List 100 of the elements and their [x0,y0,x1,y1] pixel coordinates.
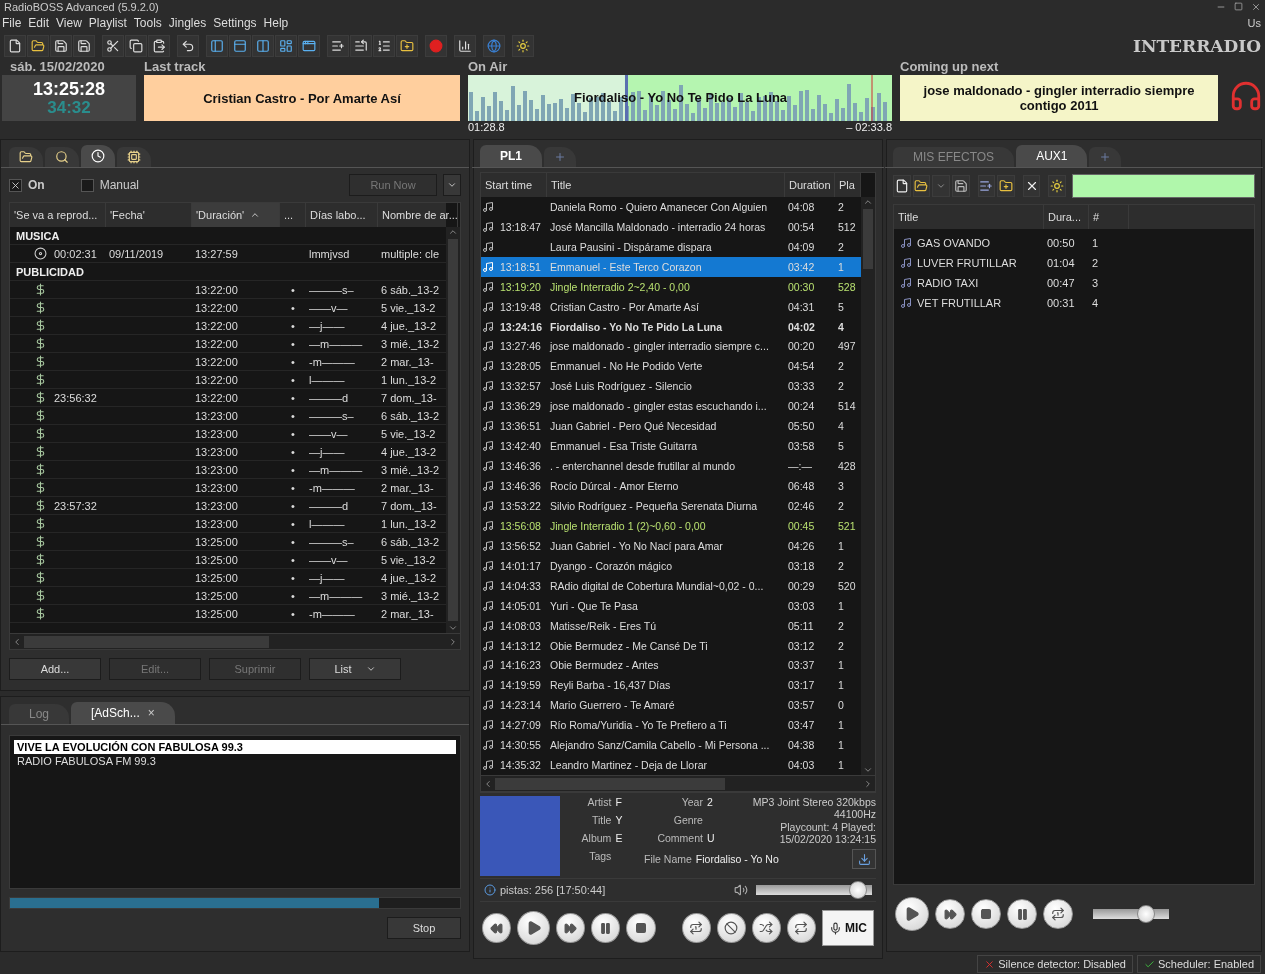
playlist-row[interactable]: 14:35:32 Leandro Martinez - Deja de Llorar 04:03 1 [481,755,861,776]
input-field[interactable] [1072,174,1255,198]
menu-item[interactable]: View [54,16,87,30]
toolbar-button[interactable] [125,35,147,57]
mic-button[interactable]: MIC [822,910,874,946]
column-header[interactable]: Title [547,173,785,197]
tab[interactable] [9,147,43,167]
checkbox[interactable] [80,178,94,192]
playlist-row[interactable]: GAS OVANDO 00:50 1 [894,233,1254,253]
playlist-row[interactable]: 14:08:03 Matisse/Reik - Eres Tú 05:11 2 [481,615,861,636]
menu-item[interactable]: Settings [211,16,262,30]
menu-item[interactable]: Tools [131,16,167,30]
repeat-one-button[interactable] [1043,899,1073,929]
toolbar-button[interactable] [73,35,95,57]
playlist-row[interactable]: LUVER FRUTILLAR 01:04 2 [894,253,1254,273]
pause-button[interactable] [591,913,621,943]
volume-slider[interactable] [756,881,872,899]
slider-thumb[interactable] [849,881,868,899]
column-header[interactable]: Title [894,205,1044,229]
playlist-row[interactable]: 13:56:52 Juan Gabriel - Yo No Nací para Amar 04:26 1 [481,535,861,556]
scrollbar[interactable] [446,227,460,633]
scrollbar-thumb[interactable] [448,239,458,621]
menu-item[interactable]: Edit [26,16,55,30]
column-header[interactable]: Dura... [1044,205,1089,229]
playlist-row[interactable]: 14:16:23 Obie Bermudez - Antes 03:37 1 [481,655,861,676]
tab[interactable]: AUX1 [1016,145,1088,167]
column-header[interactable]: Pla [835,173,861,197]
repeat-one-button[interactable] [681,913,711,943]
column-header[interactable]: # [1089,205,1129,229]
playlist-row[interactable]: 14:30:55 Alejandro Sanz/Camila Cabello - Mi Persona ... 04:38 1 [481,735,861,756]
playlist-row[interactable]: 13:56:08 Jingle Interradio 1 (2)~0,60 - 0,00 00:45 521 [481,515,861,536]
playlist-row[interactable]: 14:04:33 RAdio digital de Cobertura Mundial~0,02 - 0... 00:29 520 [481,575,861,596]
playlist-row[interactable]: 13:19:20 Jingle Interradio 2~2,40 - 0,00 00:30 528 [481,276,861,297]
playlist-row[interactable]: 13:27:46 jose maldonado - gingler interradio siempre c... 00:20 497 [481,336,861,357]
play-button[interactable] [895,897,929,931]
toolbar-button[interactable] [4,35,26,57]
stop-button[interactable]: Stop [387,917,461,939]
playlist-row[interactable]: 13:46:36 . - enterchannel desde frutillar al mundo —:— 428 [481,456,861,477]
menu-item[interactable]: Help [261,16,294,30]
toolbar-button[interactable] [27,35,49,57]
dropdown-button[interactable] [443,174,461,196]
stop-button[interactable] [971,899,1001,929]
playlist-row[interactable]: 13:24:16 Fiordaliso - Yo No Te Pido La Luna 04:02 4 [481,316,861,337]
toolbar-button[interactable] [997,175,1015,197]
tab[interactable] [45,147,79,167]
scrollbar-thumb[interactable] [24,635,269,648]
pause-button[interactable] [1007,899,1037,929]
play-button[interactable] [517,911,551,945]
playlist-row[interactable]: 13:36:51 Juan Gabriel - Pero Qué Necesidad 05:50 4 [481,416,861,437]
playlist-row[interactable]: 13:32:57 José Luis Rodríguez - Silencio 03:33 2 [481,376,861,397]
playlist-row[interactable]: Laura Pausini - Dispárame dispara 04:09 2 [481,236,861,257]
fast-forward-button[interactable] [556,913,586,943]
toolbar-button[interactable] [1022,175,1041,197]
tab[interactable]: [AdSch... × [71,702,175,724]
playlist-row[interactable]: 13:42:40 Emmanuel - Esa Triste Guitarra 03:58 5 [481,436,861,457]
playlist-row[interactable]: VET FRUTILLAR 00:31 4 [894,293,1254,313]
toolbar-button[interactable] [512,35,534,57]
checkbox[interactable] [9,178,22,192]
scrollbar[interactable] [9,634,461,650]
tab[interactable] [117,147,151,167]
button[interactable]: List [309,658,401,680]
playlist-row[interactable]: 14:01:17 Dyango - Corazón mágico 03:18 2 [481,555,861,576]
playlist-row[interactable]: 14:27:09 Río Roma/Yuridia - Yo Te Prefiero a Ti 03:47 1 [481,715,861,736]
scrollbar[interactable] [480,776,876,792]
toolbar-button[interactable] [373,35,395,57]
toolbar-button[interactable] [912,175,931,197]
playlist-row[interactable]: 13:18:47 José Mancilla Maldonado - interradio 24 horas 00:54 512 [481,216,861,237]
stop-button[interactable] [626,913,656,943]
column-header[interactable]: ... [280,203,306,227]
tab[interactable]: PL1 [480,145,542,167]
playlist-row[interactable]: 13:53:22 Silvio Rodríguez - Pequeña Serenata Diurna 02:46 2 [481,496,861,516]
column-header[interactable]: 'Se va a reprod... [10,203,106,227]
menu-item[interactable]: File [0,16,27,30]
toolbar-button[interactable] [396,35,418,57]
playlist-row[interactable]: 13:36:29 jose maldonado - gingler estas escuchando i... 00:24 514 [481,396,861,417]
rewind-button[interactable] [482,913,512,943]
toolbar-button[interactable] [102,35,124,57]
toolbar-button[interactable] [50,35,72,57]
download-button[interactable] [852,849,876,869]
playlist-row[interactable]: 14:23:14 Mario Guerrero - Te Amaré 03:57 0 [481,695,861,716]
block-button[interactable] [716,913,746,943]
shuffle-button[interactable] [751,913,781,943]
slider-thumb[interactable] [1136,905,1155,923]
toolbar-button[interactable] [177,35,199,57]
playlist-row[interactable]: 14:13:12 Obie Bermudez - Me Cansé De Ti 03:12 2 [481,635,861,656]
toolbar-button[interactable] [350,35,372,57]
column-header[interactable]: Start time [481,173,547,197]
playlist-row[interactable]: 13:28:05 Emmanuel - No He Podido Verte 04:54 2 [481,356,861,377]
button[interactable]: Add... [9,658,101,680]
tab[interactable] [81,145,115,167]
playlist-row[interactable]: 13:46:36 Rocío Dúrcal - Amor Eterno 06:48 3 [481,476,861,496]
playlist-row[interactable]: 13:19:48 Cristian Castro - Por Amarte Así 04:31 5 [481,296,861,317]
playlist-row[interactable]: Daniela Romo - Quiero Amanecer Con Alguien 04:08 2 [481,196,861,217]
toolbar-button[interactable] [454,35,476,57]
toolbar-button[interactable] [327,35,349,57]
fast-forward-button[interactable] [935,899,965,929]
repeat-button[interactable] [786,913,816,943]
log-line[interactable]: RADIO FABULOSA FM 99.3 [14,754,456,768]
scrollbar-thumb[interactable] [863,209,873,269]
playlist-row[interactable]: 14:19:59 Reyli Barba - 16,437 Días 03:17 1 [481,675,861,696]
